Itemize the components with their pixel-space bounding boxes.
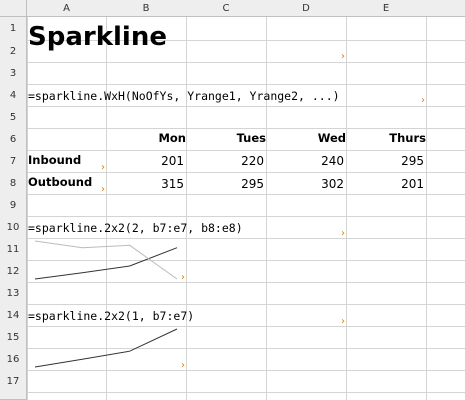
row-header-9[interactable]: 9: [0, 194, 27, 217]
cell-overflow-marker: ›: [341, 316, 345, 327]
day-header-thurs: Thurs: [389, 131, 426, 145]
cell-value[interactable]: 295: [364, 154, 424, 168]
row-header-8[interactable]: 8: [0, 172, 27, 195]
day-header-tues: Tues: [236, 131, 266, 145]
gridline: [0, 62, 465, 63]
row-label-inbound: Inbound: [28, 153, 82, 167]
page-title: Sparkline: [28, 22, 167, 52]
gridline: [0, 216, 465, 217]
cell-value[interactable]: 295: [204, 177, 264, 191]
cell-overflow-marker: ›: [101, 184, 105, 195]
gridline: [346, 0, 347, 400]
cell-overflow-marker: ›: [341, 228, 345, 239]
sparkline-series-2: [34, 240, 178, 280]
gridline: [0, 194, 465, 195]
column-header-overflow: [426, 0, 465, 17]
select-all-corner[interactable]: [0, 0, 27, 17]
gridline: [0, 172, 465, 173]
spreadsheet: A B C D E 1 2 3 4 5 6 7 8 9 10 11 12 13 14 15 16 17 Spar…: [0, 0, 465, 400]
sparkline-chart-1-series: [34, 328, 178, 368]
cell-overflow-marker: ›: [421, 95, 425, 106]
gridline: [0, 106, 465, 107]
row-header-10[interactable]: 10: [0, 216, 27, 239]
cell-overflow-marker: ›: [181, 360, 185, 371]
column-header-b[interactable]: B: [106, 0, 187, 17]
cell-value[interactable]: 201: [124, 154, 184, 168]
day-header-wed: Wed: [317, 131, 346, 145]
row-header-3[interactable]: 3: [0, 62, 27, 85]
row-header-13[interactable]: 13: [0, 282, 27, 305]
gridline: [426, 0, 427, 400]
row-header-5[interactable]: 5: [0, 106, 27, 129]
gridline: [0, 150, 465, 151]
sparkline-series-1: [34, 328, 178, 368]
day-header-mon: Mon: [158, 131, 186, 145]
row-header-17[interactable]: 17: [0, 370, 27, 393]
cell-overflow-marker: ›: [181, 272, 185, 283]
row-header-15[interactable]: 15: [0, 326, 27, 349]
column-header-c[interactable]: C: [186, 0, 267, 17]
row-header-overflow: [0, 392, 27, 400]
cell-value[interactable]: 302: [284, 177, 344, 191]
column-header-d[interactable]: D: [266, 0, 347, 17]
gridline: [0, 392, 465, 393]
row-header-2[interactable]: 2: [0, 40, 27, 63]
row-label-outbound: Outbound: [28, 175, 93, 189]
sparkline-chart-2-series: [34, 240, 178, 280]
cell-overflow-marker: ›: [341, 51, 345, 62]
column-header-e[interactable]: E: [346, 0, 427, 17]
formula-text-2-series: =sparkline.2x2(2, b7:e7, b8:e8): [28, 221, 243, 235]
row-header-7[interactable]: 7: [0, 150, 27, 173]
row-header-16[interactable]: 16: [0, 348, 27, 371]
gridline: [0, 282, 465, 283]
cell-value[interactable]: 220: [204, 154, 264, 168]
cell-overflow-marker: ›: [101, 162, 105, 173]
gridline: [266, 0, 267, 400]
gridline: [0, 84, 465, 85]
gridline: [0, 304, 465, 305]
cell-value[interactable]: 315: [124, 177, 184, 191]
row-header-6[interactable]: 6: [0, 128, 27, 151]
row-header-12[interactable]: 12: [0, 260, 27, 283]
row-header-11[interactable]: 11: [0, 238, 27, 261]
row-header-14[interactable]: 14: [0, 304, 27, 327]
gridline: [0, 370, 465, 371]
row-header-4[interactable]: 4: [0, 84, 27, 107]
cell-value[interactable]: 240: [284, 154, 344, 168]
formula-text-1-series: =sparkline.2x2(1, b7:e7): [28, 309, 195, 323]
row-header-1[interactable]: 1: [0, 17, 27, 41]
gridline: [0, 128, 465, 129]
column-header-a[interactable]: A: [27, 0, 107, 17]
syntax-text: =sparkline.WxH(NoOfYs, Yrange1, Yrange2,…: [28, 89, 340, 103]
cell-value[interactable]: 201: [364, 177, 424, 191]
